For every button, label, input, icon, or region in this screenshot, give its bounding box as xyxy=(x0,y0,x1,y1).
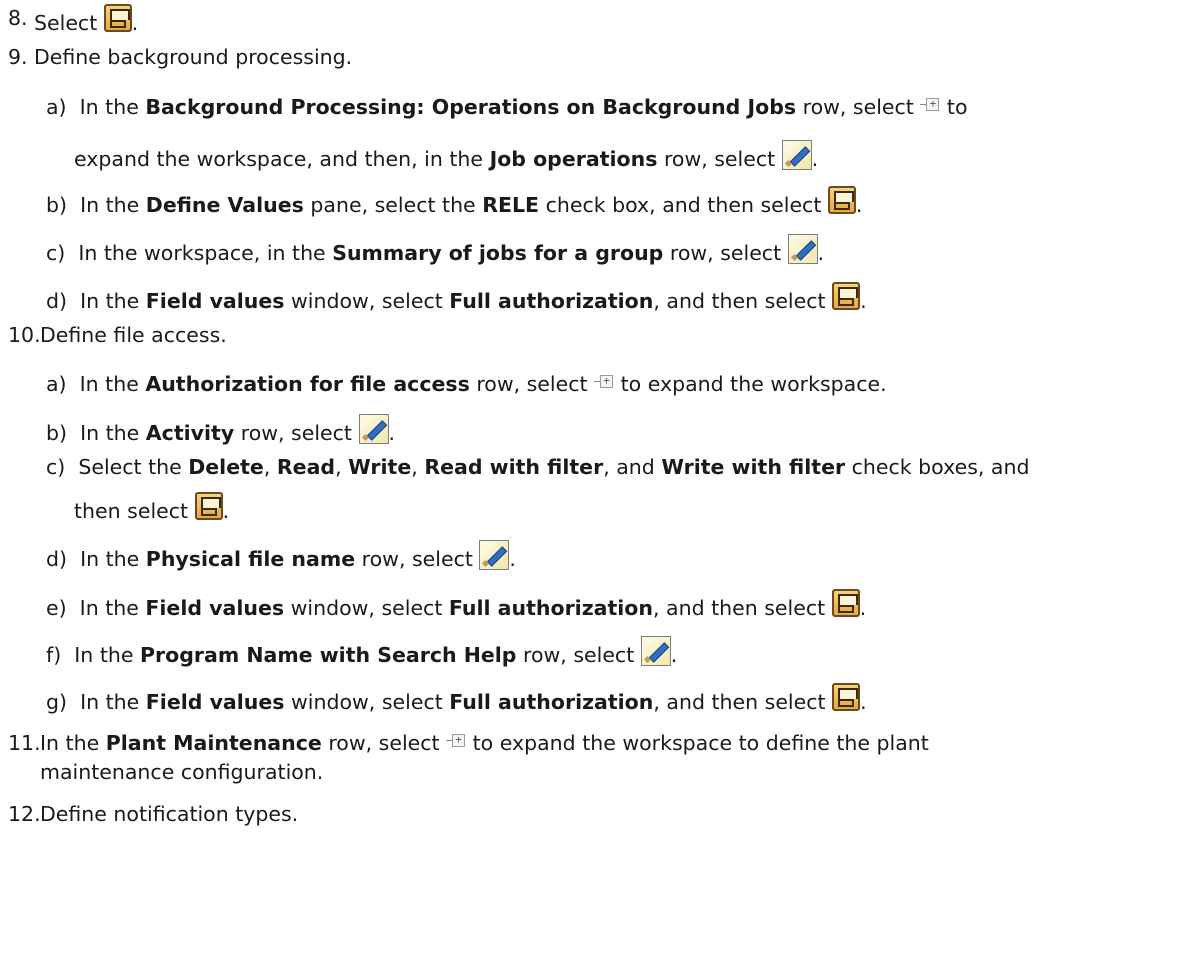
substep-10f: f) In the Program Name with Search Help … xyxy=(46,636,677,669)
substep-9a: a) In the Background Processing: Operati… xyxy=(46,93,968,121)
step-11: In the Plant Maintenance row, select to … xyxy=(40,729,929,757)
save-icon xyxy=(103,4,132,32)
pencil-edit-icon xyxy=(358,414,389,444)
pencil-edit-icon xyxy=(787,234,818,264)
save-icon xyxy=(831,589,860,617)
save-icon xyxy=(827,186,856,214)
step-number: 8. xyxy=(8,6,28,30)
step-9: Define background processing. xyxy=(34,45,353,69)
step-number: 9. xyxy=(8,45,28,69)
step-number: 11. xyxy=(8,731,41,755)
substep-10b: b) In the Activity row, select . xyxy=(46,414,395,447)
substep-10c: c) Select the Delete, Read, Write, Read … xyxy=(46,455,1030,479)
expand-node-icon xyxy=(446,734,466,748)
expand-node-icon xyxy=(920,98,940,112)
step-8: Select . xyxy=(34,4,138,37)
substep-9c: c) In the workspace, in the Summary of j… xyxy=(46,234,824,267)
pencil-edit-icon xyxy=(781,140,812,170)
save-icon xyxy=(832,282,861,310)
substep-10c-cont: then select . xyxy=(74,492,229,525)
save-icon xyxy=(194,492,223,520)
substep-10g: g) In the Field values window, select Fu… xyxy=(46,683,867,716)
substep-9b: b) In the Define Values pane, select the… xyxy=(46,186,862,219)
substep-9a-cont: expand the workspace, and then, in the J… xyxy=(74,140,818,173)
step-10: Define file access. xyxy=(40,323,227,347)
step-number: 12. xyxy=(8,802,41,826)
substep-10d: d) In the Physical file name row, select… xyxy=(46,540,516,573)
step-12: Define notification types. xyxy=(40,802,299,826)
pencil-edit-icon xyxy=(640,636,671,666)
step-number: 10. xyxy=(8,323,41,347)
substep-10a: a) In the Authorization for file access … xyxy=(46,370,887,398)
substep-10e: e) In the Field values window, select Fu… xyxy=(46,589,866,622)
save-icon xyxy=(832,683,861,711)
pencil-edit-icon xyxy=(479,540,510,570)
substep-9d: d) In the Field values window, select Fu… xyxy=(46,282,867,315)
step-11-cont: maintenance configuration. xyxy=(40,760,324,784)
expand-node-icon xyxy=(594,375,614,389)
